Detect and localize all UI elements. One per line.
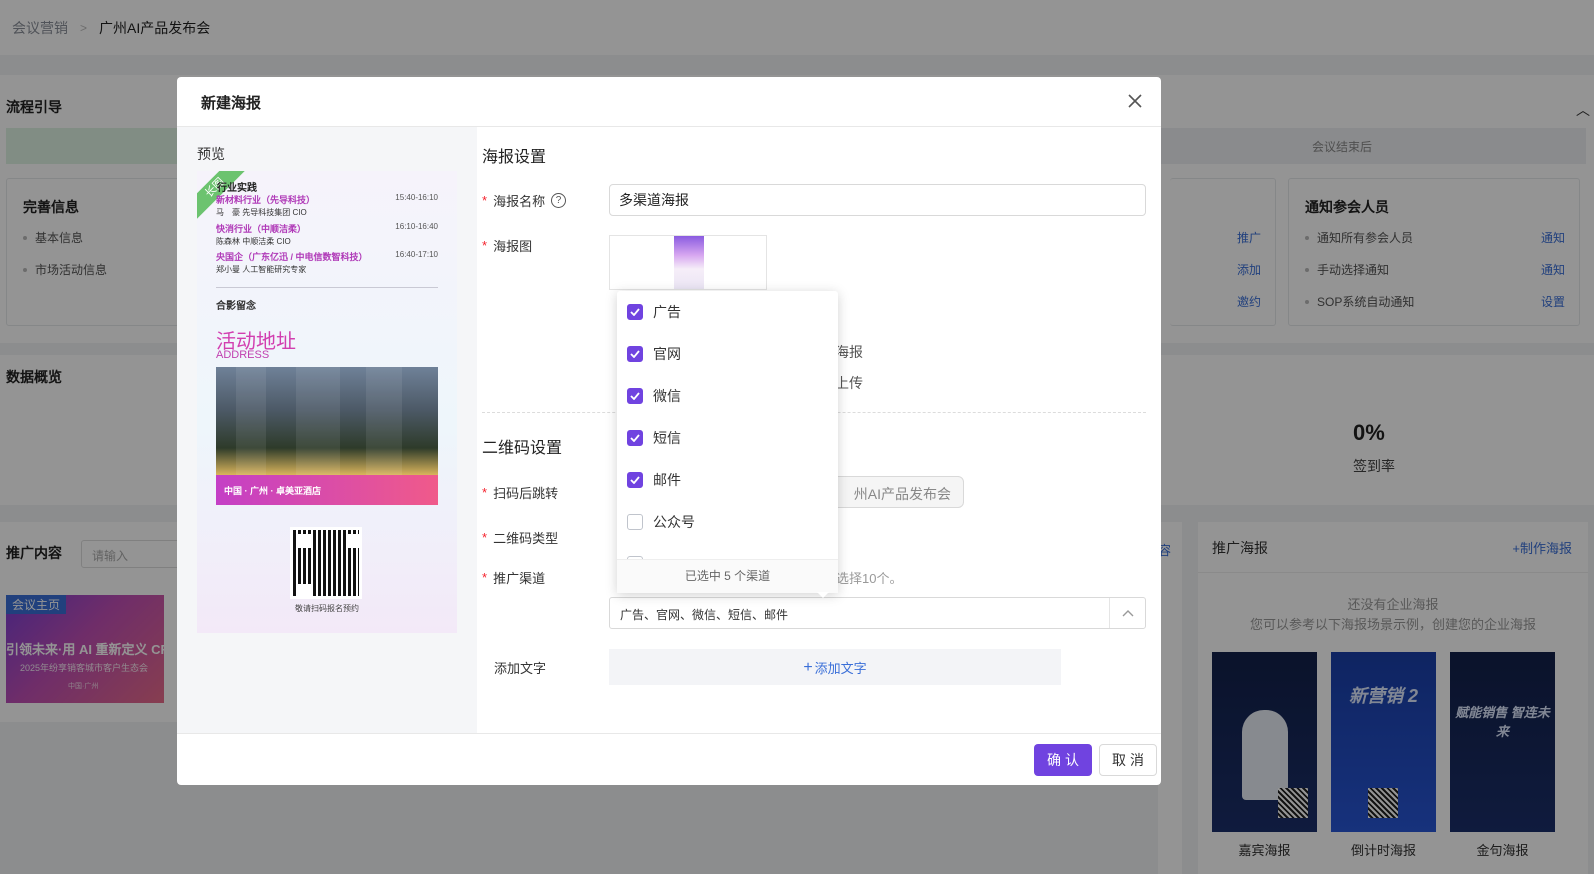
plus-icon: + <box>803 658 813 676</box>
cancel-button[interactable]: 取消 <box>1099 744 1157 776</box>
agenda-item: 央国企（广东亿迅 / 中电信数智科技） 郑小曼 人工智能研究专家 16:40-1… <box>216 250 438 274</box>
help-icon[interactable]: ? <box>551 193 567 208</box>
channel-option-label: 官网 <box>653 346 681 362</box>
qr-type-label: * 二维码类型 <box>482 530 559 546</box>
channel-option-label: 微信 <box>653 388 681 404</box>
poster-mini-preview <box>674 236 704 289</box>
preview-label: 预览 <box>197 146 225 162</box>
required-mark: * <box>482 193 488 208</box>
checkbox-checked-icon[interactable] <box>627 388 643 404</box>
required-mark: * <box>482 238 488 253</box>
checkbox-checked-icon[interactable] <box>627 472 643 488</box>
promo-channel-label: * 推广渠道 <box>482 570 546 586</box>
channel-option[interactable]: 官网 <box>627 344 681 364</box>
promo-channel-select[interactable]: 广告、官网、微信、短信、邮件 <box>609 597 1146 629</box>
channel-option[interactable]: 邮件 <box>627 470 681 490</box>
poster-preview: 长图 行业实践 新材料行业（先导科技） 马 豪 先导科技集团 CIO 15:40… <box>197 171 457 633</box>
selected-channels: 广告、官网、微信、短信、邮件 <box>620 608 789 622</box>
poster-image-thumbnail[interactable] <box>609 235 767 290</box>
poster-qr-label: 敬请扫码报名预约 <box>295 604 359 613</box>
checkbox-checked-icon[interactable] <box>627 304 643 320</box>
poster-settings-heading: 海报设置 <box>482 149 547 166</box>
confirm-button[interactable]: 确认 <box>1034 744 1092 776</box>
poster-location: 中国 · 广州 · 卓美亚酒店 <box>216 475 438 505</box>
qr-settings-heading: 二维码设置 <box>482 440 563 457</box>
required-mark: * <box>482 570 488 585</box>
preview-pane: 预览 长图 行业实践 新材料行业（先导科技） 马 豪 先导科技集团 CIO 15… <box>177 127 477 733</box>
poster-name-label: * 海报名称 ? <box>482 191 567 210</box>
channel-dropdown: 公众号 邮件 短信 微信 官网 广告 已选中 5 个渠道 <box>617 291 838 593</box>
channel-option[interactable]: 短信 <box>627 428 681 448</box>
checkbox-checked-icon[interactable] <box>627 346 643 362</box>
channel-option[interactable]: 公众号 <box>627 512 695 532</box>
add-text-label: 添加文字 <box>494 661 547 676</box>
checkbox-unchecked-icon[interactable] <box>627 514 643 530</box>
channel-option-label: 公众号 <box>653 514 695 530</box>
checkbox-checked-icon[interactable] <box>627 430 643 446</box>
qr-code-icon <box>290 527 362 599</box>
add-text-button[interactable]: + 添加文字 <box>609 649 1061 685</box>
agenda-item: 新材料行业（先导科技） 马 豪 先导科技集团 CIO 15:40-16:10 <box>216 193 438 217</box>
poster-name-input[interactable] <box>609 184 1146 216</box>
poster-divider <box>216 287 438 288</box>
poster-address-en: ADDRESS <box>216 349 270 361</box>
required-mark: * <box>482 530 488 545</box>
dropdown-caret <box>817 592 829 598</box>
agenda-item: 快消行业（中顺洁柔） 陈森林 中顺洁柔 CIO 16:10-16:40 <box>216 222 438 246</box>
modal-title: 新建海报 <box>201 95 262 112</box>
chevron-up-icon[interactable] <box>1109 598 1145 628</box>
poster-agenda-heading: 行业实践 <box>217 183 257 194</box>
dropdown-selected-count: 已选中 5 个渠道 <box>617 559 838 593</box>
venue-photo <box>216 367 438 475</box>
jump-after-scan-label: * 扫码后跳转 <box>482 485 559 501</box>
channel-option-label: 邮件 <box>653 472 681 488</box>
modal-footer: 确认 取消 <box>177 733 1161 785</box>
required-mark: * <box>482 485 488 500</box>
channel-option[interactable]: 广告 <box>627 302 681 322</box>
modal-header: 新建海报 <box>177 77 1161 127</box>
close-icon[interactable] <box>1125 91 1145 111</box>
channel-option-label: 广告 <box>653 304 681 320</box>
poster-image-label: * 海报图 <box>482 238 533 254</box>
channel-option-label: 短信 <box>653 430 681 446</box>
poster-group-photo-label: 合影留念 <box>216 301 256 312</box>
channel-option[interactable]: 微信 <box>627 386 681 406</box>
